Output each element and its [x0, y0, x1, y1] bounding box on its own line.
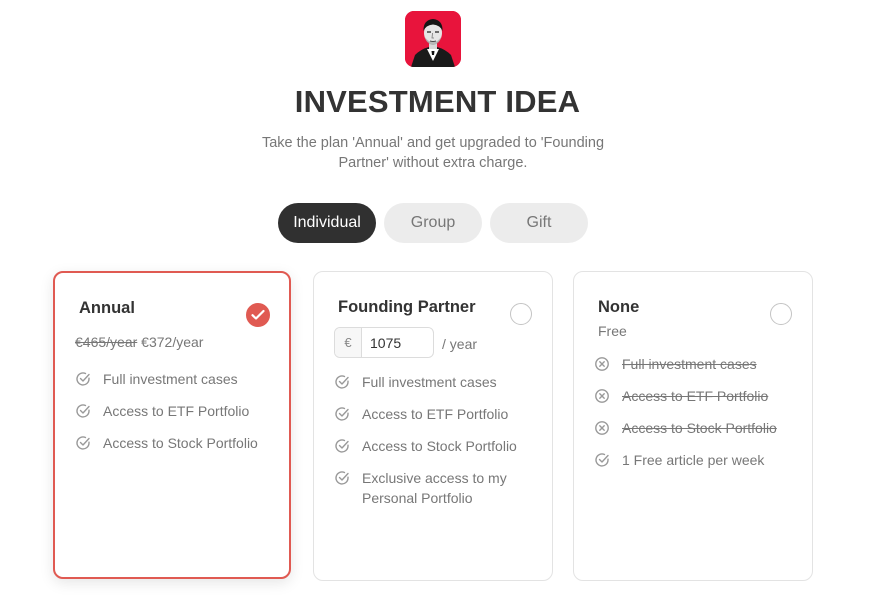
new-price: €372/year: [141, 334, 204, 350]
tab-group[interactable]: Group: [384, 203, 482, 243]
feature-item: Access to Stock Portfolio: [334, 436, 537, 456]
check-icon: [251, 309, 265, 320]
plan-radio-none[interactable]: [770, 303, 792, 325]
feature-item: Full investment cases: [334, 372, 537, 392]
check-circle-icon: [335, 407, 349, 421]
feature-label: 1 Free article per week: [622, 452, 765, 468]
plan-title-none: None: [598, 298, 640, 316]
feature-label: Full investment cases: [103, 371, 238, 387]
x-circle-icon: [595, 357, 609, 371]
author-avatar-logo: [405, 11, 461, 67]
excluded-feature-item: Access to ETF Portfolio: [594, 386, 797, 406]
plan-card-founding-partner[interactable]: Founding Partner € / year Full investmen…: [313, 271, 553, 581]
old-price: €465/year: [75, 334, 138, 350]
feature-item: 1 Free article per week: [594, 450, 797, 470]
amount-field: €: [334, 327, 434, 358]
check-circle-icon: [595, 453, 609, 467]
amount-input[interactable]: [362, 328, 432, 357]
feature-list-founding-partner: Full investment cases Access to ETF Port…: [334, 372, 537, 520]
excluded-feature-item: Access to Stock Portfolio: [594, 418, 797, 438]
feature-label: Access to ETF Portfolio: [622, 388, 769, 404]
author-portrait-icon: [405, 11, 461, 67]
feature-label: Access to ETF Portfolio: [362, 406, 509, 422]
check-circle-icon: [335, 471, 349, 485]
plan-title-founding-partner: Founding Partner: [338, 298, 476, 316]
check-circle-icon: [335, 375, 349, 389]
plan-price-annual: €465/year €372/year: [75, 334, 203, 350]
feature-item: Exclusive access to my Personal Portfoli…: [334, 468, 537, 508]
plan-title-annual: Annual: [79, 299, 135, 317]
feature-item: Access to Stock Portfolio: [75, 433, 278, 453]
check-circle-icon: [76, 372, 90, 386]
plan-type-tabs: Individual Group Gift: [0, 203, 875, 243]
feature-label: Full investment cases: [362, 374, 497, 390]
page-title: INVESTMENT IDEA: [294, 84, 581, 119]
feature-item: Access to ETF Portfolio: [334, 404, 537, 424]
feature-label: Access to Stock Portfolio: [622, 420, 777, 436]
plan-card-annual[interactable]: Annual €465/year €372/year Full investme…: [53, 271, 291, 579]
feature-label: Access to ETF Portfolio: [103, 403, 250, 419]
plan-card-none[interactable]: None Free Full investment cases Access t…: [573, 271, 813, 581]
tab-individual[interactable]: Individual: [278, 203, 376, 243]
check-circle-icon: [76, 436, 90, 450]
tab-gift[interactable]: Gift: [490, 203, 588, 243]
feature-label: Full investment cases: [622, 356, 757, 372]
plan-radio-annual[interactable]: [246, 303, 270, 327]
currency-symbol: €: [335, 328, 362, 357]
x-circle-icon: [595, 421, 609, 435]
feature-item: Access to ETF Portfolio: [75, 401, 278, 421]
feature-item: Full investment cases: [75, 369, 278, 389]
x-circle-icon: [595, 389, 609, 403]
excluded-feature-item: Full investment cases: [594, 354, 797, 374]
page-subtitle: Take the plan 'Annual' and get upgraded …: [261, 135, 605, 171]
plan-radio-founding-partner[interactable]: [510, 303, 532, 325]
check-circle-icon: [335, 439, 349, 453]
feature-label: Access to Stock Portfolio: [103, 435, 258, 451]
plan-price-none: Free: [598, 323, 627, 339]
feature-label: Exclusive access to my Personal Portfoli…: [362, 470, 507, 506]
check-circle-icon: [76, 404, 90, 418]
feature-label: Access to Stock Portfolio: [362, 438, 517, 454]
per-year-label: / year: [442, 336, 478, 352]
feature-list-annual: Full investment cases Access to ETF Port…: [75, 369, 278, 465]
feature-list-none: Full investment cases Access to ETF Port…: [594, 354, 797, 482]
